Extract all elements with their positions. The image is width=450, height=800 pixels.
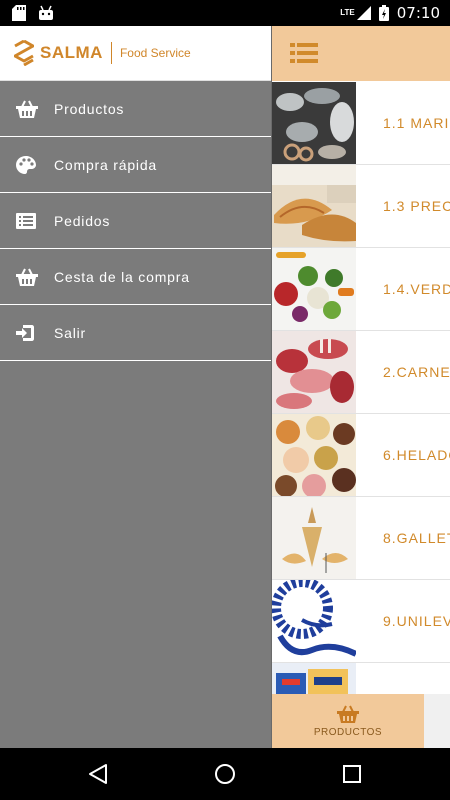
empanadas-image bbox=[272, 165, 356, 247]
navigation-drawer: SALMA Food Service Productos Compra rápi… bbox=[0, 26, 272, 748]
logo-tagline: Food Service bbox=[119, 46, 191, 60]
signal-icon bbox=[356, 6, 371, 20]
logo-name: SALMA bbox=[40, 43, 103, 62]
salma-logo-icon bbox=[14, 40, 34, 66]
ice-cream-image bbox=[272, 414, 356, 496]
home-icon[interactable] bbox=[213, 762, 237, 786]
category-row[interactable]: 9.UNILEVE bbox=[272, 580, 450, 663]
meats-image bbox=[272, 331, 356, 413]
logo-divider bbox=[110, 42, 112, 64]
drawer-header: SALMA Food Service bbox=[0, 26, 271, 81]
category-label: 6.HELADO bbox=[383, 447, 450, 463]
basket-icon bbox=[16, 100, 38, 118]
system-nav-bar bbox=[0, 748, 450, 800]
bottom-tab-bar: PRODUCTOS bbox=[272, 694, 450, 748]
drawer-item-label: Pedidos bbox=[54, 212, 111, 229]
drawer-item-label: Salir bbox=[54, 324, 87, 341]
basket-icon bbox=[16, 268, 38, 286]
seafood-image bbox=[272, 82, 356, 164]
category-label: 1.3 PRECU bbox=[383, 198, 450, 214]
clock: 07:10 bbox=[396, 4, 440, 22]
drawer-item-label: Cesta de la compra bbox=[54, 268, 190, 285]
android-icon bbox=[39, 5, 53, 20]
app-toolbar bbox=[272, 26, 450, 81]
category-label: 9.UNILEVE bbox=[383, 613, 450, 629]
category-row[interactable] bbox=[272, 663, 450, 694]
category-row[interactable]: 1.1 MARIS bbox=[272, 82, 450, 165]
category-label: 8.GALLET bbox=[383, 530, 450, 546]
list-card-icon bbox=[16, 212, 36, 229]
drawer-item-label: Productos bbox=[54, 100, 125, 117]
drawer-item-cesta[interactable]: Cesta de la compra bbox=[0, 249, 271, 305]
products-box-image bbox=[272, 663, 356, 694]
category-label: 2.CARNES bbox=[383, 364, 450, 380]
vegetables-image bbox=[272, 248, 356, 330]
drawer-item-salir[interactable]: Salir bbox=[0, 305, 271, 361]
category-row[interactable]: 1.4.VERDU bbox=[272, 248, 450, 331]
exit-icon bbox=[16, 324, 34, 341]
unilever-logo-image bbox=[272, 580, 356, 662]
basket-icon bbox=[337, 705, 359, 723]
recents-icon[interactable] bbox=[340, 762, 364, 786]
palette-icon bbox=[16, 155, 36, 174]
tab-productos-label: PRODUCTOS bbox=[313, 726, 383, 738]
category-label: 1.4.VERDU bbox=[383, 281, 450, 297]
menu-list-icon[interactable] bbox=[290, 41, 318, 65]
category-row[interactable]: 1.3 PRECU bbox=[272, 165, 450, 248]
drawer-item-compra-rapida[interactable]: Compra rápida bbox=[0, 137, 271, 193]
category-list: 1.1 MARIS 1.3 PRECU 1.4.VERDU bbox=[272, 82, 450, 694]
tab-productos[interactable]: PRODUCTOS bbox=[272, 694, 424, 748]
category-label: 1.1 MARIS bbox=[383, 115, 450, 131]
category-row[interactable]: 8.GALLET bbox=[272, 497, 450, 580]
wafer-cones-image bbox=[272, 497, 356, 579]
status-bar: LTE 07:10 bbox=[0, 0, 450, 26]
category-row[interactable]: 6.HELADO bbox=[272, 414, 450, 497]
screen: LTE 07:10 1.1 MARIS bbox=[0, 0, 450, 800]
category-row[interactable]: 2.CARNES bbox=[272, 331, 450, 414]
sd-card-icon bbox=[12, 5, 26, 21]
drawer-item-label: Compra rápida bbox=[54, 156, 157, 173]
battery-icon bbox=[378, 5, 389, 21]
drawer-item-pedidos[interactable]: Pedidos bbox=[0, 193, 271, 249]
drawer-item-productos[interactable]: Productos bbox=[0, 81, 271, 137]
back-icon[interactable] bbox=[86, 762, 110, 786]
network-type: LTE bbox=[340, 8, 355, 17]
